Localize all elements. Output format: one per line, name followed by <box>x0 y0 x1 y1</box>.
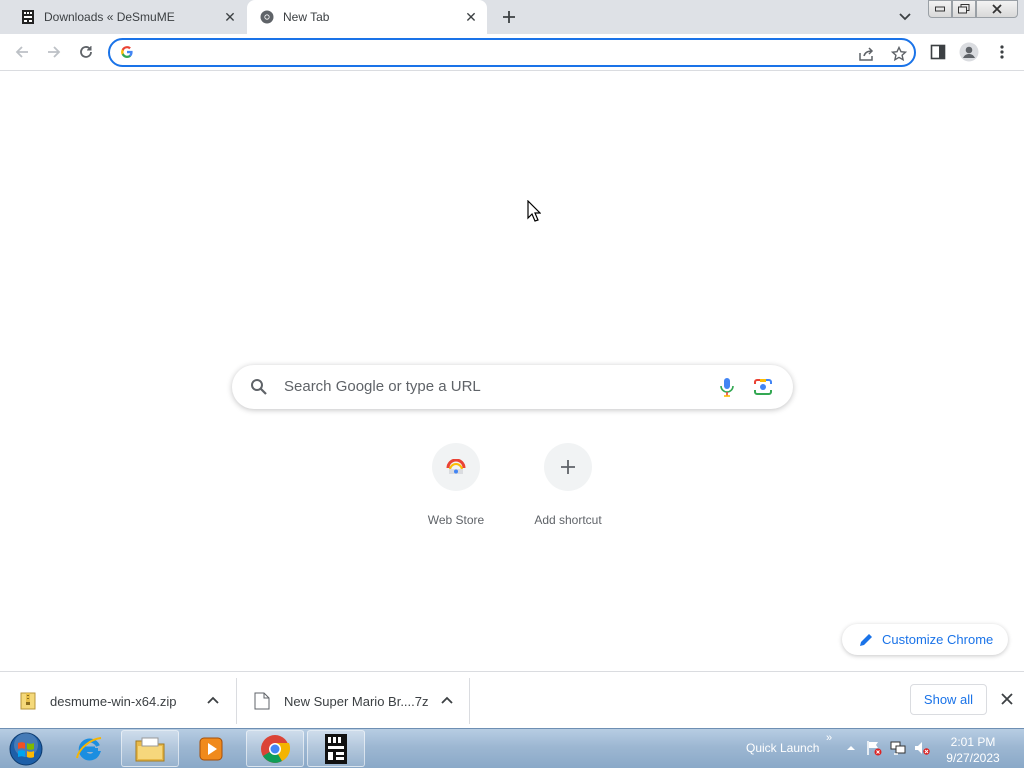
back-arrow-icon <box>15 46 28 58</box>
tab-search-button[interactable] <box>895 7 915 27</box>
download-separator <box>236 678 237 724</box>
download-filename: New Super Mario Br....7z <box>284 693 429 709</box>
star-icon <box>891 46 907 62</box>
address-input[interactable] <box>142 43 842 63</box>
tab-strip: Downloads « DeSmuME ✕ New Tab ✕ <box>0 0 1024 34</box>
system-clock[interactable]: 2:01 PM 9/27/2023 <box>940 734 1006 766</box>
close-tab-icon[interactable]: ✕ <box>461 7 481 27</box>
flag-warning-icon <box>867 741 882 756</box>
shortcut-web-store[interactable]: Web Store <box>400 441 512 531</box>
mouse-cursor-icon <box>527 200 541 222</box>
internet-explorer-icon <box>76 736 102 760</box>
pencil-icon <box>860 633 872 646</box>
restore-button[interactable] <box>952 0 976 18</box>
shortcut-add[interactable]: Add shortcut <box>512 441 624 531</box>
download-item[interactable]: desmume-win-x64.zip <box>20 678 225 724</box>
reload-button[interactable] <box>75 41 97 63</box>
windows-taskbar: Quick Launch » 2:01 PM 9/27/2023 <box>0 728 1024 768</box>
file-explorer-icon <box>135 737 165 761</box>
close-tab-icon[interactable]: ✕ <box>220 7 240 27</box>
chevron-up-icon[interactable] <box>439 693 455 709</box>
quick-launch-label[interactable]: Quick Launch <box>746 741 819 755</box>
volume-muted-icon <box>915 742 930 755</box>
minimize-icon <box>935 6 945 12</box>
forward-arrow-icon <box>48 46 61 58</box>
customize-label: Customize Chrome <box>882 632 994 647</box>
web-store-icon <box>446 459 466 474</box>
address-bar[interactable] <box>108 38 916 67</box>
volume-tray[interactable] <box>914 740 930 756</box>
profile-avatar-icon <box>959 42 979 62</box>
reload-icon <box>80 46 92 58</box>
forward-button[interactable] <box>43 41 65 63</box>
profile-button[interactable] <box>958 41 980 63</box>
zip-file-icon <box>20 692 36 710</box>
desmume-icon <box>325 733 347 764</box>
close-window-button[interactable] <box>976 0 1018 18</box>
plus-icon <box>561 460 575 474</box>
google-lens-icon[interactable] <box>753 378 773 396</box>
start-button[interactable] <box>6 731 46 767</box>
new-tab-button[interactable] <box>498 6 520 28</box>
microphone-icon[interactable] <box>718 377 736 397</box>
download-item[interactable]: New Super Mario Br....7z <box>254 678 459 724</box>
quick-launch-chevron[interactable]: » <box>826 732 832 744</box>
search-icon <box>251 379 267 395</box>
chrome-icon <box>261 734 290 763</box>
new-tab-page: Search Google or type a URL Web Store Ad… <box>0 71 1024 671</box>
windows-start-orb-icon <box>9 732 43 766</box>
close-download-shelf-button[interactable] <box>997 689 1017 709</box>
tab-title: New Tab <box>283 10 330 24</box>
action-center-tray[interactable] <box>866 740 882 756</box>
customize-chrome-button[interactable]: Customize Chrome <box>842 624 1008 655</box>
taskbar-internet-explorer[interactable] <box>60 730 118 767</box>
taskbar-media-player[interactable] <box>182 730 240 767</box>
share-icon <box>859 47 874 61</box>
network-icon <box>890 741 906 755</box>
tray-arrow-up-icon <box>847 746 855 750</box>
file-icon <box>254 692 270 710</box>
download-filename: desmume-win-x64.zip <box>50 693 177 709</box>
minimize-button[interactable] <box>928 0 952 18</box>
google-search-box[interactable]: Search Google or type a URL <box>232 365 793 409</box>
download-separator <box>469 678 470 724</box>
shortcut-label: Add shortcut <box>534 513 602 527</box>
shortcut-label: Web Store <box>427 513 485 527</box>
clock-time: 2:01 PM <box>950 735 996 749</box>
kebab-menu-icon <box>1000 45 1004 59</box>
chevron-up-icon[interactable] <box>205 693 221 709</box>
menu-button[interactable] <box>991 41 1013 63</box>
plus-icon <box>503 11 515 23</box>
chrome-icon <box>259 9 275 25</box>
back-button[interactable] <box>11 41 33 63</box>
media-player-icon <box>199 737 223 760</box>
taskbar-desmume[interactable] <box>307 730 365 767</box>
show-hidden-icons-button[interactable] <box>843 740 859 756</box>
network-tray[interactable] <box>890 740 906 756</box>
tab-new-tab[interactable]: New Tab ✕ <box>247 0 487 34</box>
tab-downloads-desmume[interactable]: Downloads « DeSmuME ✕ <box>8 0 246 34</box>
desmume-icon <box>20 9 36 25</box>
bookmark-button[interactable] <box>890 45 908 63</box>
download-shelf: desmume-win-x64.zip New Super Mario Br..… <box>0 671 1024 728</box>
add-shortcut-tile <box>544 443 592 491</box>
show-all-button[interactable]: Show all <box>910 684 987 715</box>
share-button[interactable] <box>858 45 876 63</box>
side-panel-icon <box>930 44 946 60</box>
browser-toolbar <box>0 34 1024 71</box>
close-icon <box>1001 693 1013 705</box>
search-placeholder: Search Google or type a URL <box>284 378 481 395</box>
web-store-tile <box>432 443 480 491</box>
clock-date: 9/27/2023 <box>946 751 1000 765</box>
google-g-icon <box>121 46 133 58</box>
side-panel-button[interactable] <box>927 41 949 63</box>
tab-title: Downloads « DeSmuME <box>44 10 175 24</box>
taskbar-file-explorer[interactable] <box>121 730 179 767</box>
close-icon <box>992 4 1002 14</box>
chevron-down-icon <box>899 13 911 21</box>
taskbar-chrome[interactable] <box>246 730 304 767</box>
restore-icon <box>958 4 970 14</box>
